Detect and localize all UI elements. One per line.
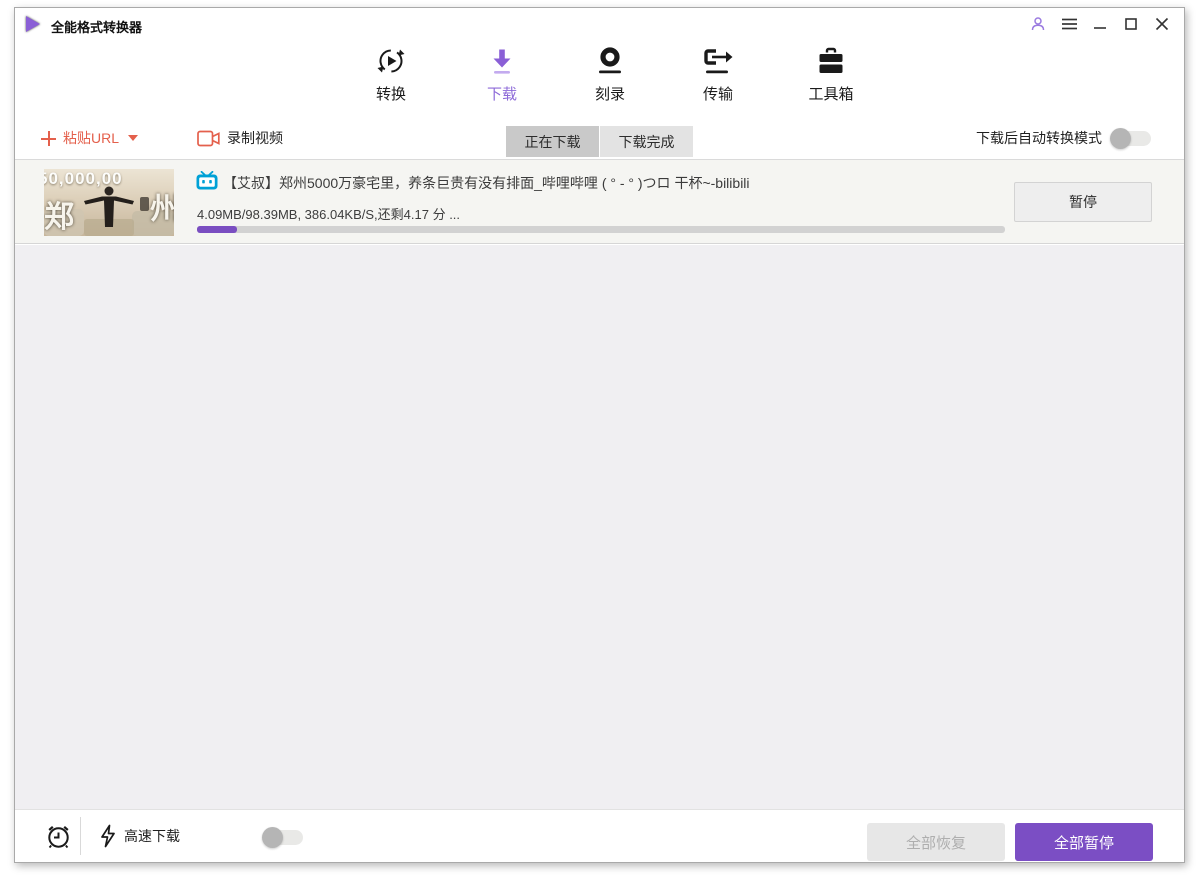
tab-toolbox[interactable]: 工具箱 — [789, 42, 873, 118]
high-speed-download-label: 高速下载 — [124, 828, 180, 844]
maximize-button[interactable] — [1121, 15, 1141, 33]
burn-icon — [595, 46, 625, 76]
video-title: 【艾叔】郑州5000万豪宅里，养条巨贵有没有排面_哔哩哔哩 ( ° - ° )つ… — [223, 175, 750, 191]
account-icon[interactable] — [1028, 15, 1048, 33]
tab-burn-label: 刻录 — [594, 86, 625, 103]
toggle-knob — [262, 827, 283, 848]
app-logo-icon — [26, 16, 40, 32]
footer-divider — [80, 817, 81, 855]
tab-download-label: 下载 — [486, 86, 517, 103]
download-list-area — [15, 245, 1184, 809]
record-video-label: 录制视频 — [227, 130, 283, 146]
toggle-knob — [1110, 127, 1131, 149]
paste-url-button[interactable]: 粘贴URL — [41, 128, 139, 148]
app-title: 全能格式转换器 — [51, 20, 143, 35]
download-progress-text: 4.09MB/98.39MB, 386.04KB/S,还剩4.17 分 ... — [197, 207, 461, 222]
thumbnail-char-left: 郑 — [44, 201, 74, 234]
download-toolbar: 粘贴URL 录制视频 正在下载 下载完成 下载后自动转换模式 — [15, 120, 1184, 159]
app-window: 全能格式转换器 转换 下载 刻录 传输 工具箱 粘贴URL 录制视频 正在下载 … — [14, 7, 1185, 863]
footer-bar: 高速下载 全部恢复 全部暂停 — [15, 809, 1184, 862]
tab-convert-label: 转换 — [375, 86, 406, 103]
thumbnail-char-right: 州 — [150, 193, 174, 226]
transfer-icon — [702, 46, 734, 76]
download-icon — [487, 46, 517, 76]
tab-download[interactable]: 下载 — [460, 42, 544, 118]
toolbox-icon — [816, 46, 846, 76]
pause-all-button[interactable]: 全部暂停 — [1015, 823, 1153, 861]
progress-bar — [197, 226, 1005, 233]
tab-downloading[interactable]: 正在下载 — [506, 126, 599, 157]
download-list-item: 50,000,00 郑 州 【艾叔】郑州5000万豪宅里，养条巨贵有没有排面_哔… — [15, 159, 1184, 244]
tab-transfer[interactable]: 传输 — [676, 42, 760, 118]
tab-toolbox-label: 工具箱 — [808, 86, 854, 103]
resume-all-button[interactable]: 全部恢复 — [867, 823, 1005, 861]
tab-download-complete[interactable]: 下载完成 — [600, 126, 693, 157]
record-video-button[interactable]: 录制视频 — [197, 128, 283, 148]
minimize-button[interactable] — [1090, 15, 1110, 33]
plus-icon — [41, 130, 56, 146]
caret-down-icon[interactable] — [128, 135, 139, 141]
camera-icon — [197, 130, 220, 146]
pause-button[interactable]: 暂停 — [1014, 182, 1152, 222]
tab-convert[interactable]: 转换 — [349, 42, 433, 118]
main-nav: 转换 下载 刻录 传输 工具箱 — [15, 42, 1184, 154]
high-speed-toggle[interactable] — [262, 827, 303, 848]
tab-transfer-label: 传输 — [702, 86, 733, 103]
schedule-clock-icon[interactable] — [45, 823, 72, 855]
tab-burn[interactable]: 刻录 — [568, 42, 652, 118]
menu-icon[interactable] — [1059, 15, 1079, 33]
auto-convert-toggle[interactable] — [1110, 127, 1151, 149]
lightning-icon — [101, 824, 115, 848]
close-button[interactable] — [1152, 15, 1172, 33]
paste-url-label: 粘贴URL — [63, 130, 120, 146]
bilibili-icon — [196, 170, 218, 195]
convert-icon — [376, 46, 406, 76]
progress-fill — [197, 226, 238, 233]
video-thumbnail: 50,000,00 郑 州 — [44, 169, 174, 236]
auto-convert-label: 下载后自动转换模式 — [976, 130, 1102, 146]
titlebar: 全能格式转换器 — [15, 8, 1184, 42]
download-state-tabs: 正在下载 下载完成 — [506, 126, 693, 157]
